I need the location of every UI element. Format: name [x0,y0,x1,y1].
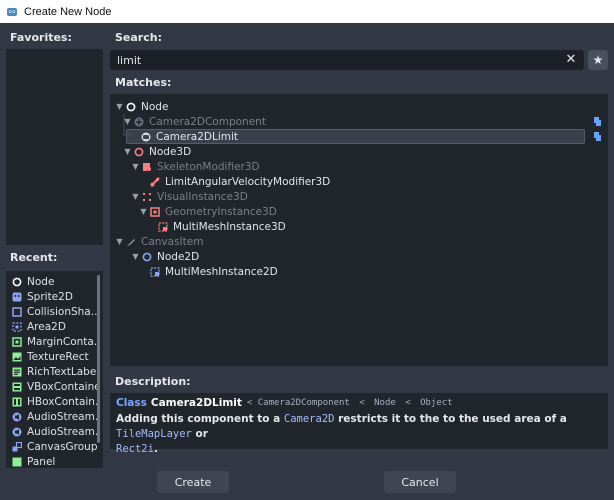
tree-row-node2d[interactable]: ▼ Node2D [131,249,199,264]
tree-row-geometry-instance3d[interactable]: ▼ GeometryInstance3D [139,204,276,219]
description-panel: Class Camera2DLimit < Camera2DComponent … [110,393,608,455]
recent-label: Recent: [10,251,58,264]
recent-item-vbox-container[interactable]: VBoxContainer [6,379,98,394]
sprite2d-icon [12,292,22,302]
chevron-down-icon[interactable]: ▼ [123,117,132,126]
tree-row-node3d[interactable]: ▼ Node3D [123,144,191,159]
star-icon: ★ [592,53,604,67]
doc-link-rect2i[interactable]: Rect2i [116,443,154,455]
script-doc-icon[interactable] [593,116,602,127]
tree-row-camera2d-limit[interactable]: Camera2DLimit [141,129,238,144]
class-header: Class Camera2DLimit < Camera2DComponent … [116,397,453,409]
tree-row-node[interactable]: ▼ Node [115,99,168,114]
godot-logo-icon [6,6,18,18]
chevron-down-icon[interactable]: ▼ [115,102,124,111]
tree-row-multimesh-instance3d[interactable]: MultiMeshInstance3D [158,219,286,234]
panel-icon [12,457,22,467]
recent-item-collision-shape[interactable]: CollisionSha... [6,304,98,319]
favorites-label: Favorites: [10,31,72,44]
cancel-button[interactable]: Cancel [384,471,456,493]
tree-row-limit-angular-velocity-modifier3d[interactable]: LimitAngularVelocityModifier3D [150,174,330,189]
recent-item-audio-stream-1[interactable]: AudioStream... [6,409,98,424]
audio-stream-icon [12,427,22,437]
recent-item-rich-text-label[interactable]: RichTextLabel [6,364,98,379]
recent-scrollbar[interactable] [97,275,100,443]
node-circle-icon [126,102,136,112]
recent-item-texture-rect[interactable]: TextureRect [6,349,98,364]
inherit-link[interactable]: Node [374,398,396,408]
search-field[interactable]: ✕ [110,50,584,70]
chevron-down-icon[interactable]: ▼ [131,252,140,261]
chevron-down-icon[interactable]: ▼ [131,162,140,171]
inheritance-chain: < Camera2DComponent < Node < Object [246,398,453,408]
window-titlebar: Create New Node [0,0,614,23]
recent-item-panel[interactable]: Panel [6,454,98,468]
tree-row-multimesh-instance2d[interactable]: MultiMeshInstance2D [150,264,278,279]
chevron-down-icon[interactable]: ▼ [139,207,148,216]
tree-row-visual-instance3d[interactable]: ▼ VisualInstance3D [131,189,247,204]
chevron-down-icon[interactable]: ▼ [123,147,132,156]
node-circle-icon [12,277,22,287]
class-name[interactable]: Camera2DLimit [151,397,242,409]
rich-text-label-icon [12,367,22,377]
chevron-down-icon[interactable]: ▼ [115,237,124,246]
recent-item-area2d[interactable]: Area2D [6,319,98,334]
recent-list[interactable]: Node Sprite2D CollisionSha... Area2D Mar… [6,271,103,468]
script-class-icon [141,132,151,142]
description-text: Adding this component to a Camera2D rest… [116,413,567,455]
recent-item-canvas-group[interactable]: CanvasGroup [6,439,98,454]
margin-container-icon [12,336,22,347]
doc-link-camera2d[interactable]: Camera2D [284,413,335,425]
clear-icon[interactable]: ✕ [564,53,578,67]
create-button[interactable]: Create [157,471,229,493]
recent-item-margin-container[interactable]: MarginConta... [6,334,98,349]
search-input[interactable] [117,53,557,67]
multimesh-3d-icon [158,221,168,232]
script-class-icon [134,117,144,127]
description-label: Description: [115,375,191,388]
favorites-list[interactable] [6,49,103,245]
recent-item-audio-stream-2[interactable]: AudioStream... [6,424,98,439]
chevron-down-icon[interactable]: ▼ [131,192,140,201]
tree-row-canvas-item[interactable]: ▼ CanvasItem [115,234,203,249]
matches-label: Matches: [115,76,172,89]
script-doc-icon[interactable] [593,131,602,142]
bone-modifier-icon [150,176,160,187]
tree-row-camera2d-component[interactable]: ▼ Camera2DComponent [123,114,266,129]
search-label: Search: [115,31,162,44]
doc-link-tilemaplayer[interactable]: TileMapLayer [116,428,192,440]
recent-item-hbox-container[interactable]: HBoxContain... [6,394,98,409]
area2d-icon [12,321,22,332]
tree-row-skeleton-modifier3d[interactable]: ▼ SkeletonModifier3D [131,159,259,174]
inherit-link[interactable]: Object [420,398,453,408]
skeleton-modifier-icon [142,162,152,172]
collision-shape-icon [12,306,22,317]
canvas-item-icon [126,237,136,247]
canvas-group-icon [12,441,23,452]
vbox-container-icon [12,382,22,392]
window-title: Create New Node [24,5,112,18]
hbox-container-icon [12,397,22,407]
audio-stream-icon [12,412,22,422]
node3d-icon [134,147,144,157]
recent-item-node[interactable]: Node [6,274,98,289]
inherit-link[interactable]: Camera2DComponent [258,398,350,408]
favorite-toggle-button[interactable]: ★ [588,50,608,70]
geometry-instance-icon [150,206,160,217]
visual-instance-icon [142,192,152,202]
texture-rect-icon [12,352,22,362]
recent-item-sprite2d[interactable]: Sprite2D [6,289,98,304]
multimesh-2d-icon [150,266,160,277]
node2d-icon [142,252,152,262]
